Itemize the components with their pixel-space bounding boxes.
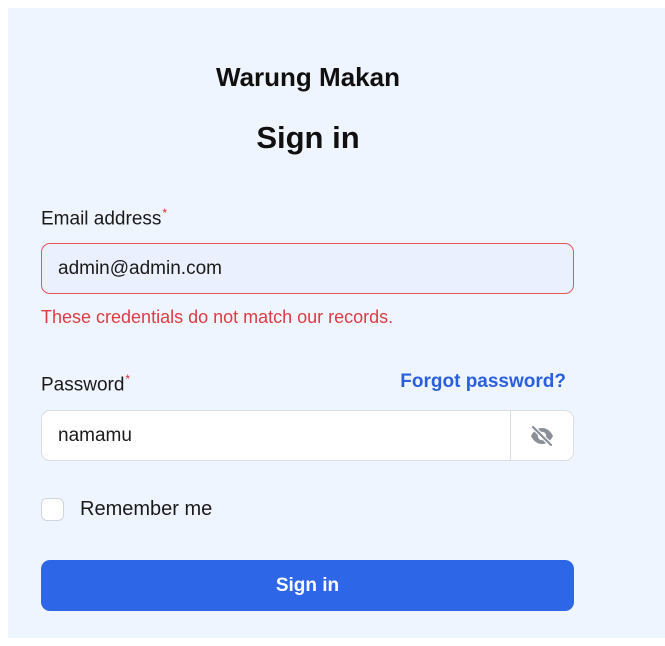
login-panel: Warung Makan Sign in Email address* admi… bbox=[8, 8, 665, 638]
forgot-password-link[interactable]: Forgot password? bbox=[400, 371, 566, 393]
eye-slash-icon bbox=[530, 424, 554, 447]
password-input[interactable]: namamu bbox=[41, 410, 574, 461]
page-title: Sign in bbox=[256, 120, 360, 155]
email-required-mark: * bbox=[162, 206, 168, 220]
email-label: Email address* bbox=[41, 206, 167, 230]
email-input-value: admin@admin.com bbox=[58, 257, 222, 279]
password-visibility-toggle[interactable] bbox=[510, 411, 573, 460]
password-label-text: Password bbox=[41, 374, 125, 396]
brand-name: Warung Makan bbox=[216, 62, 400, 92]
password-required-mark: * bbox=[125, 372, 131, 386]
email-error-message: These credentials do not match our recor… bbox=[41, 307, 394, 327]
sign-in-button[interactable]: Sign in bbox=[41, 560, 574, 611]
remember-me-checkbox[interactable] bbox=[41, 498, 64, 521]
email-label-text: Email address bbox=[41, 208, 162, 230]
remember-me-label[interactable]: Remember me bbox=[80, 498, 212, 521]
password-label: Password* bbox=[41, 372, 130, 396]
email-input[interactable]: admin@admin.com bbox=[41, 243, 574, 294]
password-input-value: namamu bbox=[58, 424, 132, 446]
